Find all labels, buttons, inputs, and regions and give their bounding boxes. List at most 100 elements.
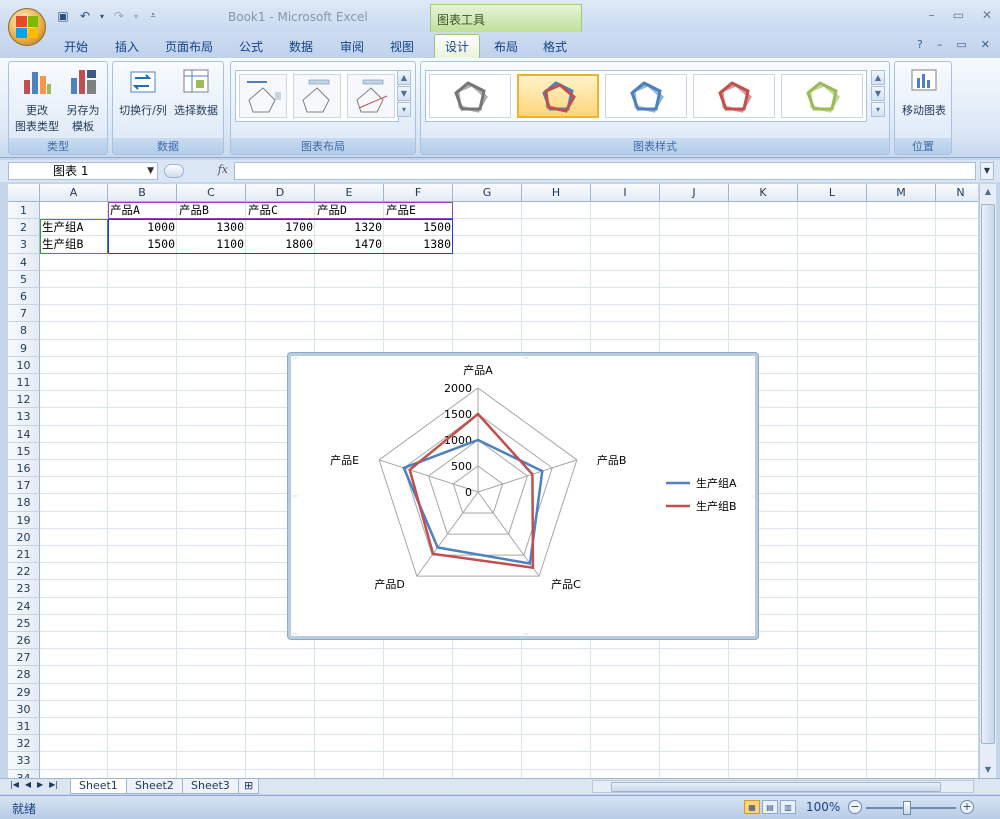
resize-handle[interactable]: ⋯ (292, 630, 299, 636)
column-header-G[interactable]: G (453, 184, 522, 202)
resize-handle[interactable]: ⋯ (752, 630, 755, 636)
row-header-14[interactable]: 14 (8, 425, 40, 443)
chart-layout-3[interactable] (347, 74, 395, 118)
cell-row3-value[interactable]: 1470 (315, 236, 384, 253)
redo-icon[interactable]: ↷ (110, 8, 128, 24)
insert-sheet-icon[interactable]: ⊞ (238, 779, 260, 794)
scroll-down-icon[interactable]: ▼ (981, 763, 995, 777)
vertical-scrollbar[interactable]: ▲ ▼ (979, 184, 996, 778)
close-button[interactable]: ✕ (982, 8, 992, 22)
column-header-I[interactable]: I (591, 184, 660, 202)
row-header-4[interactable]: 4 (8, 253, 40, 271)
column-header-C[interactable]: C (177, 184, 246, 202)
column-header-K[interactable]: K (729, 184, 798, 202)
last-sheet-icon[interactable]: ▶| (49, 780, 58, 789)
row-header-20[interactable]: 20 (8, 528, 40, 546)
undo-dropdown-icon[interactable]: ▾ (98, 8, 106, 24)
row-header-5[interactable]: 5 (8, 270, 40, 288)
sheet-tab-1[interactable]: Sheet1 (70, 779, 127, 794)
cell-header-2[interactable]: 产品B (177, 202, 246, 219)
undo-icon[interactable]: ↶ (76, 8, 94, 24)
row-header-13[interactable]: 13 (8, 408, 40, 426)
tab-home[interactable]: 开始 (64, 38, 88, 55)
formula-cancel-icon[interactable] (164, 164, 184, 178)
tab-view[interactable]: 视图 (390, 38, 414, 55)
move-chart-button[interactable]: 移动图表 (897, 66, 951, 119)
chart-layout-1[interactable] (239, 74, 287, 118)
normal-view-icon[interactable]: ▦ (744, 800, 760, 814)
cell-row3-value[interactable]: 1380 (384, 236, 453, 253)
save-icon[interactable]: ▣ (54, 8, 72, 24)
select-data-button[interactable]: 选择数据 (171, 66, 221, 119)
tab-insert[interactable]: 插入 (115, 38, 139, 55)
redo-dropdown-icon[interactable]: ▾ (132, 8, 140, 24)
cell-header-3[interactable]: 产品C (246, 202, 315, 219)
row-header-6[interactable]: 6 (8, 288, 40, 306)
resize-handle[interactable]: ⋯ (292, 492, 299, 500)
row-header-32[interactable]: 32 (8, 735, 40, 753)
cell-row3-value[interactable]: 1500 (108, 236, 177, 253)
row-header-11[interactable]: 11 (8, 374, 40, 392)
resize-handle[interactable]: ⋯ (522, 630, 529, 636)
row-header-23[interactable]: 23 (8, 580, 40, 598)
switch-row-column-button[interactable]: 切换行/列 (117, 66, 169, 119)
resize-handle[interactable]: ⋯ (752, 356, 755, 362)
next-sheet-icon[interactable]: ▶ (37, 780, 43, 789)
scroll-up-icon[interactable]: ▲ (981, 185, 995, 199)
row-header-18[interactable]: 18 (8, 494, 40, 512)
page-layout-view-icon[interactable]: ▤ (762, 800, 778, 814)
first-sheet-icon[interactable]: |◀ (10, 780, 19, 789)
cell-row2-value[interactable]: 1000 (108, 219, 177, 236)
row-header-26[interactable]: 26 (8, 632, 40, 650)
column-header-D[interactable]: D (246, 184, 315, 202)
prev-sheet-icon[interactable]: ◀ (25, 780, 31, 789)
name-box[interactable]: 图表 1 ▼ (8, 162, 158, 180)
column-header-H[interactable]: H (522, 184, 591, 202)
tab-layout[interactable]: 布局 (494, 38, 518, 55)
column-header-M[interactable]: M (867, 184, 936, 202)
resize-handle[interactable]: ⋯ (752, 492, 755, 500)
cell-A3[interactable]: 生产组B (40, 236, 108, 253)
tab-design[interactable]: 设计 (434, 34, 481, 61)
row-header-17[interactable]: 17 (8, 477, 40, 495)
column-header-B[interactable]: B (108, 184, 177, 202)
ribbon-minimize-button[interactable]: – (937, 38, 943, 51)
gallery-more-icon[interactable]: ▾ (871, 102, 885, 117)
vertical-scroll-thumb[interactable] (981, 204, 995, 744)
page-break-view-icon[interactable]: ▥ (780, 800, 796, 814)
zoom-level[interactable]: 100% (806, 800, 840, 814)
row-header-15[interactable]: 15 (8, 442, 40, 460)
change-chart-type-button[interactable]: 更改 图表类型 (15, 66, 59, 135)
row-header-19[interactable]: 19 (8, 511, 40, 529)
radar-chart[interactable]: 0 500 1000 1500 2000 产品A 产品B 产品C 产品D 产品E 生产组A 生产组B ⋯… (288, 353, 758, 639)
help-icon[interactable]: ? (917, 38, 923, 51)
column-header-F[interactable]: F (384, 184, 453, 202)
horizontal-scroll-thumb[interactable] (611, 782, 941, 792)
gallery-down-icon[interactable]: ▼ (871, 86, 885, 101)
maximize-button[interactable]: ▭ (953, 8, 964, 22)
gallery-more-icon[interactable]: ▾ (397, 102, 411, 117)
chart-style-1[interactable] (429, 74, 511, 118)
chart-style-5[interactable] (781, 74, 863, 118)
name-box-dropdown-icon[interactable]: ▼ (147, 163, 154, 179)
cell-A2[interactable]: 生产组A (40, 219, 108, 236)
row-header-33[interactable]: 33 (8, 752, 40, 770)
column-header-L[interactable]: L (798, 184, 867, 202)
cell-row2-value[interactable]: 1500 (384, 219, 453, 236)
save-as-template-button[interactable]: 另存为 模板 (61, 66, 105, 135)
row-header-28[interactable]: 28 (8, 666, 40, 684)
row-header-7[interactable]: 7 (8, 305, 40, 323)
resize-handle[interactable]: ⋯ (522, 356, 529, 362)
column-header-N[interactable]: N (936, 184, 978, 202)
row-header-16[interactable]: 16 (8, 460, 40, 478)
row-header-12[interactable]: 12 (8, 391, 40, 409)
tab-page-layout[interactable]: 页面布局 (165, 38, 213, 55)
row-header-27[interactable]: 27 (8, 649, 40, 667)
chart-style-3[interactable] (605, 74, 687, 118)
row-header-10[interactable]: 10 (8, 356, 40, 374)
row-header-1[interactable]: 1 (8, 202, 40, 220)
cell-row2-value[interactable]: 1700 (246, 219, 315, 236)
row-header-30[interactable]: 30 (8, 700, 40, 718)
tab-review[interactable]: 审阅 (340, 38, 364, 55)
horizontal-scrollbar[interactable] (592, 780, 974, 793)
